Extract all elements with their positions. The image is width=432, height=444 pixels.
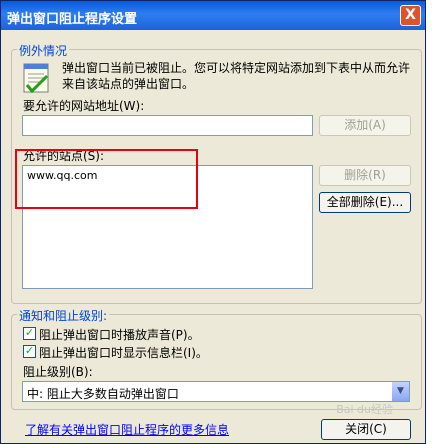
red-highlight-box xyxy=(15,149,198,209)
show-info-bar-checkbox[interactable]: ✓ xyxy=(23,345,36,358)
watermark-logo: Bai du经验 xyxy=(336,403,393,416)
blocking-level-value: 中: 阻止大多数自动弹出窗口 xyxy=(27,387,179,401)
add-site-button[interactable]: 添加(A) xyxy=(319,115,411,136)
blocking-level-select[interactable]: 中: 阻止大多数自动弹出窗口 ▼ xyxy=(22,381,410,402)
blocking-level-label: 阻止级别(B): xyxy=(23,365,93,379)
exceptions-legend: 例外情况 xyxy=(17,42,70,59)
exceptions-description: 弹出窗口当前已被阻止。您可以将特定网站添加到下表中从而允许来自该站点的弹出窗口。 xyxy=(62,61,411,91)
notification-legend: 通知和阻止级别: xyxy=(17,307,110,324)
close-window-button[interactable]: X xyxy=(400,5,421,26)
play-sound-checkbox[interactable]: ✓ xyxy=(23,327,36,340)
title-bar[interactable]: 弹出窗口阻止程序设置 X xyxy=(1,1,425,30)
window-title: 弹出窗口阻止程序设置 xyxy=(7,12,138,27)
remove-all-sites-button[interactable]: 全部删除(E)... xyxy=(319,192,411,213)
address-input[interactable] xyxy=(22,115,313,136)
play-sound-label: 阻止弹出窗口时播放声音(P)。 xyxy=(39,328,200,342)
address-label: 要允许的网站地址(W): xyxy=(23,99,145,113)
blocked-popup-icon xyxy=(23,63,49,94)
remove-site-button[interactable]: 删除(R) xyxy=(319,165,411,186)
chevron-down-icon[interactable]: ▼ xyxy=(392,382,409,401)
close-button[interactable]: 关闭(C) xyxy=(321,419,411,440)
popup-blocker-settings-dialog: 弹出窗口阻止程序设置 X 例外情况 弹出窗口当前已被阻止。您可以将特定网站添加到… xyxy=(0,0,426,444)
show-info-bar-label: 阻止弹出窗口时显示信息栏(I)。 xyxy=(39,346,208,360)
learn-more-link[interactable]: 了解有关弹出窗口阻止程序的更多信息 xyxy=(25,421,229,438)
